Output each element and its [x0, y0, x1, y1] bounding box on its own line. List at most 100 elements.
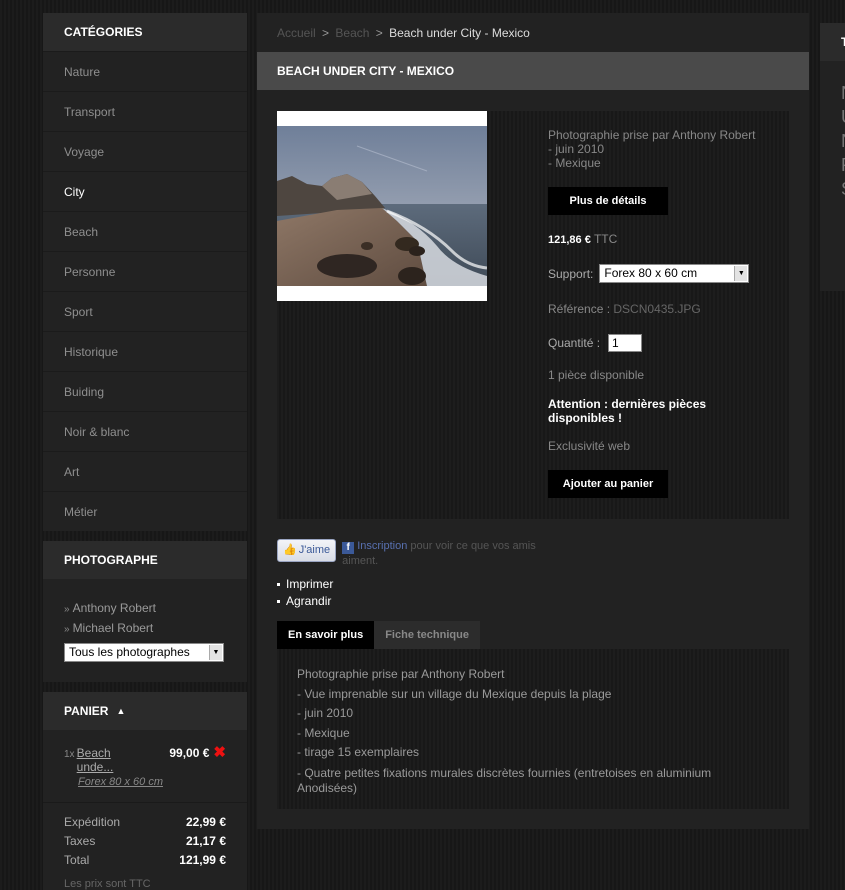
photographer-select-value: Tous les photographes [69, 645, 190, 659]
total-value: 121,99 € [179, 853, 226, 867]
social-row: 👍 J'aime f Inscription pour voir ce que … [277, 539, 567, 568]
cart-line-name[interactable]: Beach unde... [77, 746, 148, 774]
category-item[interactable]: Beach [43, 211, 247, 251]
right-panel-char: S [841, 177, 845, 201]
photographer-name[interactable]: Anthony Robert [73, 601, 156, 615]
photographer-item[interactable]: » Michael Robert [64, 619, 226, 639]
category-item[interactable]: Personne [43, 251, 247, 291]
product-photo[interactable] [277, 111, 487, 301]
quantity-input[interactable]: 1 [608, 334, 643, 352]
info-tabs: En savoir plus Fiche technique [277, 621, 480, 649]
bullet-icon [277, 583, 280, 587]
tax-label: Taxes [64, 834, 96, 848]
price-line: 121,86 € TTC [548, 232, 778, 246]
description-line: - Mexique [297, 725, 350, 740]
availability-text: 1 pièce disponible [548, 368, 645, 382]
right-panel-char: P [841, 153, 845, 177]
stock-warning: Attention : dernières pièces disponibles… [548, 397, 707, 425]
signup-link[interactable]: Inscription [357, 540, 407, 552]
right-panel-char: U [841, 105, 845, 129]
bullet-icon [277, 600, 280, 604]
description-line: Photographie prise par Anthony Robert [297, 667, 505, 681]
details-button[interactable]: Plus de détails [548, 187, 668, 215]
action-item[interactable]: Imprimer [277, 576, 333, 593]
category-item[interactable]: Historique [43, 331, 247, 371]
right-panel-title: T [820, 23, 845, 61]
caret-up-icon: ▲ [116, 706, 126, 716]
right-panel-content: N U N P S [820, 61, 845, 201]
thumbs-up-icon: 👍 [283, 544, 297, 556]
credit-line: - juin 2010 [548, 142, 605, 156]
categories-list: Nature Transport Voyage City Beach Perso… [43, 51, 247, 531]
photographer-select[interactable]: Tous les photographes ▼ [64, 643, 224, 662]
product-info: Photographie prise par Anthony Robert - … [548, 128, 778, 498]
tab-more-info[interactable]: En savoir plus [277, 621, 375, 649]
enlarge-link[interactable]: Agrandir [286, 594, 331, 608]
support-select[interactable]: Forex 80 x 60 cm ▼ [599, 264, 750, 283]
category-item-active[interactable]: City [43, 171, 247, 211]
categories-title: CATÉGORIES [43, 13, 247, 51]
photo-credit: Photographie prise par Anthony Robert - … [548, 128, 778, 170]
category-item[interactable]: Nature [43, 51, 247, 91]
exclusive-text: Exclusivité web [548, 439, 631, 453]
quantity-label: Quantité : [548, 336, 601, 350]
action-item[interactable]: Agrandir [277, 593, 333, 610]
category-item[interactable]: Noir & blanc [43, 411, 247, 451]
cart-title[interactable]: PANIER ▲ [43, 692, 247, 730]
description-line: - Quatre petites fixations murales discr… [297, 765, 712, 795]
dropdown-arrow-icon: ▼ [734, 266, 748, 281]
tab-technical-sheet[interactable]: Fiche technique [374, 621, 480, 649]
shipping-value: 22,99 € [185, 815, 226, 829]
breadcrumb-home[interactable]: Accueil [277, 26, 316, 40]
category-item[interactable]: Transport [43, 91, 247, 131]
description-line: - Vue imprenable sur un village du Mexiq… [297, 686, 612, 701]
support-label: Support: [548, 266, 594, 281]
cart-line-variant[interactable]: Forex 80 x 60 cm [78, 776, 226, 788]
breadcrumb: Accueil > Beach > Beach under City - Mex… [257, 13, 809, 52]
double-chevron-icon: » [64, 604, 70, 615]
price-value: 121,86 € [548, 234, 591, 246]
photographer-name[interactable]: Michael Robert [73, 621, 154, 635]
delete-icon[interactable]: ✖ [213, 745, 226, 760]
left-column: CATÉGORIES Nature Transport Voyage City … [43, 13, 247, 890]
photographer-title: PHOTOGRAPHE [43, 541, 247, 579]
category-item[interactable]: Buiding [43, 371, 247, 411]
total-label: Total [64, 853, 90, 867]
shipping-label: Expédition [64, 815, 121, 829]
photographer-item[interactable]: » Anthony Robert [64, 599, 226, 619]
category-item[interactable]: Voyage [43, 131, 247, 171]
like-label: J'aime [298, 544, 331, 556]
right-panel-char: N [841, 81, 845, 105]
dropdown-arrow-icon: ▼ [209, 645, 222, 660]
print-link[interactable]: Imprimer [286, 577, 333, 591]
category-item[interactable]: Métier [43, 491, 247, 531]
cart-line-price: 99,00 € [169, 746, 210, 760]
category-item[interactable]: Art [43, 451, 247, 491]
cart-title-text: PANIER [64, 704, 109, 718]
like-button[interactable]: 👍 J'aime [277, 539, 337, 562]
breadcrumb-separator: > [322, 26, 330, 40]
cart-tax-row: Taxes 21,17 € [64, 832, 226, 851]
right-panel: T N U N P S [820, 23, 845, 291]
description-line: - tirage 15 exemplaires [297, 745, 420, 759]
support-line: Support: Forex 80 x 60 cm ▼ [548, 264, 778, 283]
description-line: - juin 2010 [297, 706, 354, 720]
cart-block: PANIER ▲ 1x Beach unde... 99,00 € ✖ Fore… [43, 692, 247, 890]
credit-line: Photographie prise par Anthony Robert [548, 128, 756, 142]
product-box: Photographie prise par Anthony Robert - … [277, 111, 789, 519]
quantity-line: Quantité : 1 [548, 334, 778, 352]
photographer-list: » Anthony Robert » Michael Robert Tous les… [43, 579, 247, 682]
cart-shipping-row: Expédition 22,99 € [64, 813, 226, 832]
reference-value: DSCN0435.JPG [613, 302, 701, 316]
product-panel: Accueil > Beach > Beach under City - Mex… [257, 13, 809, 829]
category-item[interactable]: Sport [43, 291, 247, 331]
reference-line: Référence : DSCN0435.JPG [548, 302, 778, 316]
add-to-cart-button[interactable]: Ajouter au panier [548, 470, 668, 498]
tab-panel-description: Photographie prise par Anthony Robert - … [277, 649, 789, 809]
cart-line-qty: 1x [64, 749, 75, 760]
breadcrumb-current: Beach under City - Mexico [389, 26, 530, 40]
right-panel-char: N [841, 129, 845, 153]
cart-divider [43, 802, 247, 803]
double-chevron-icon: » [64, 624, 70, 635]
breadcrumb-category[interactable]: Beach [335, 26, 369, 40]
